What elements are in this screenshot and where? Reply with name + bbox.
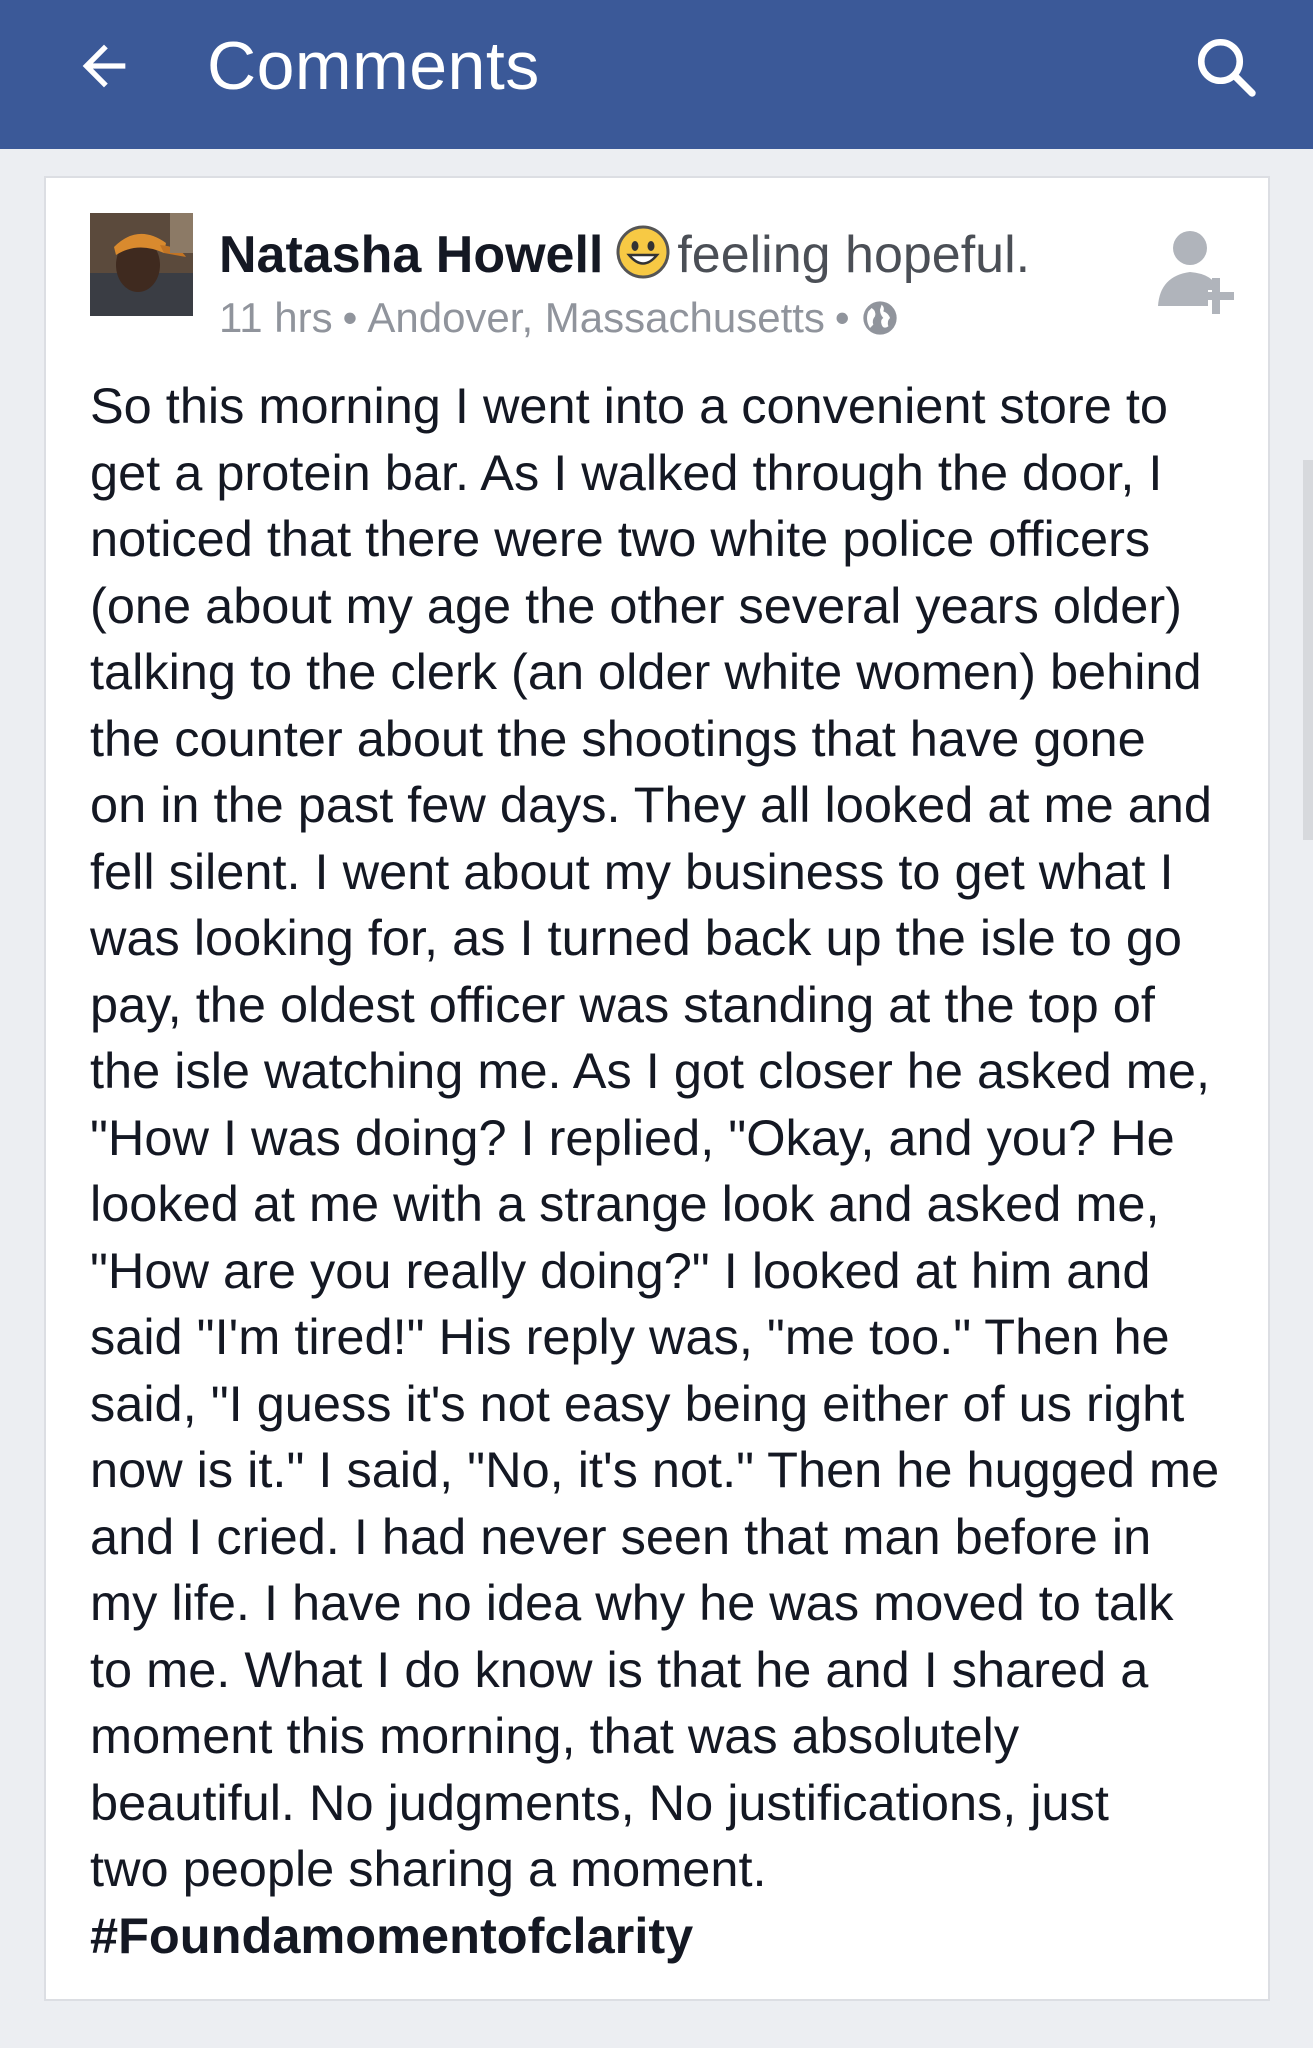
add-friend-button[interactable] [1152, 218, 1248, 322]
search-button[interactable] [1185, 26, 1267, 108]
post-text-line: to me. What I do know is that he and I s… [90, 1640, 1149, 1698]
post-text-line: said, "I guess it's not easy being eithe… [90, 1374, 1185, 1432]
hashtag-link[interactable]: #Foundamomentofclarity [90, 1903, 1240, 1970]
post-text-line: "How I was doing? I replied, "Okay, and … [90, 1108, 1175, 1166]
post-text-line: was looking for, as I turned back up the… [90, 909, 1183, 966]
author-name[interactable]: Natasha Howell [219, 226, 603, 284]
post-text-line: get a protein bar. As I walked through t… [90, 443, 1163, 501]
post-meta: 11 hrs • Andover, Massachusetts • [219, 292, 900, 344]
globe-icon [862, 301, 897, 335]
post-time[interactable]: 11 hrs [219, 294, 333, 341]
meta-separator: • [342, 294, 358, 341]
post-body: So this morning I went into a convenient… [90, 373, 1240, 1969]
post-text-line: looked at me with a strange look and ask… [90, 1175, 1160, 1232]
post-text-line: moment this morning, that was absolutely [90, 1707, 1020, 1764]
post-text-line: beautiful. No judgments, No justificatio… [90, 1773, 1109, 1831]
author-line: Natasha Howell feeling hopeful. [219, 224, 1030, 285]
feeling-text: feeling hopeful. [677, 226, 1031, 284]
avatar[interactable] [90, 213, 193, 316]
profile-photo [90, 213, 193, 316]
post-text-line: and I cried. I had never seen that man b… [90, 1507, 1152, 1565]
post-text-line: the isle watching me. As I got closer he… [90, 1042, 1210, 1099]
post-location[interactable]: Andover, Massachusetts [367, 294, 825, 341]
post-text-line: So this morning I went into a convenient… [90, 377, 1168, 434]
search-icon [1197, 38, 1256, 97]
post-text-line: fell silent. I went about my business to… [90, 842, 1174, 900]
back-button[interactable] [66, 28, 142, 104]
post-text-line: pay, the oldest officer was standing at … [90, 975, 1155, 1033]
post-text-line: (one about my age the other several year… [90, 576, 1182, 634]
meta-separator: • [834, 294, 850, 341]
post-text-line: now is it." I said, "No, it's not." Then… [90, 1441, 1220, 1498]
post-text-line: "How are you really doing?" I looked at … [90, 1241, 1151, 1299]
post-card: Natasha Howell feeling hopeful. 11 hrs • A… [44, 176, 1270, 2001]
arrow-left-icon [82, 44, 126, 88]
post-text-line: noticed that there were two white police… [90, 510, 1151, 567]
post-text-line: the counter about the shootings that hav… [90, 709, 1146, 767]
add-friend-icon [1158, 231, 1234, 314]
post-text-line: talking to the clerk (an older white wom… [90, 643, 1202, 700]
smiley-face-icon [616, 225, 670, 279]
post-text-line: said "I'm tired!" His reply was, "me too… [90, 1308, 1170, 1365]
post-text-line: two people sharing a moment. [90, 1840, 767, 1897]
app-bar: Comments [0, 0, 1313, 149]
scrollbar[interactable] [1303, 460, 1313, 840]
post-text-line: on in the past few days. They all looked… [90, 776, 1212, 833]
post-text-line: my life. I have no idea why he was moved… [90, 1574, 1174, 1631]
page-title: Comments [207, 28, 540, 104]
